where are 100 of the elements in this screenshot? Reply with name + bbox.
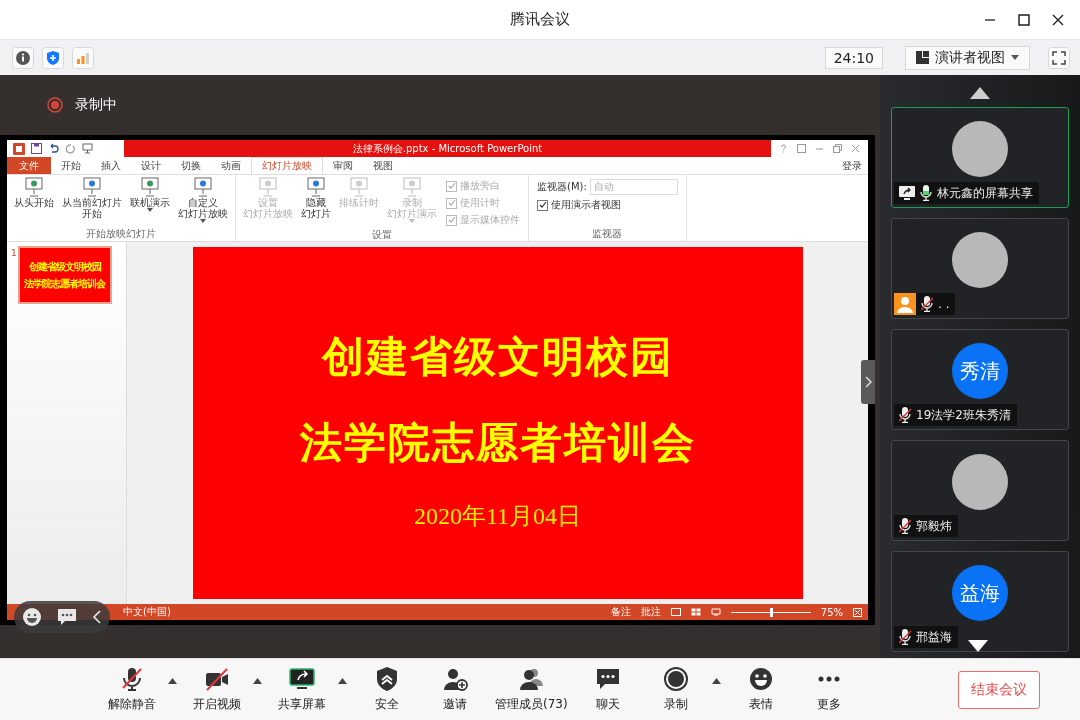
collapse-handle[interactable] — [861, 360, 875, 404]
participant-name: . . — [938, 297, 950, 311]
avatar-initials: 秀清 — [952, 343, 1008, 399]
toolbar-button[interactable]: 管理成员(73) — [489, 666, 574, 713]
sign-in-link[interactable]: 登录 — [836, 158, 868, 173]
scroll-up-icon[interactable] — [970, 87, 990, 99]
checkbox-label: 使用计时 — [460, 196, 500, 210]
participant-tile[interactable]: 益海 邢益海 — [891, 551, 1069, 652]
caret-icon — [147, 208, 153, 212]
chevron-left-icon[interactable] — [92, 610, 103, 624]
slide-sorter-icon[interactable] — [690, 608, 701, 616]
microphone-icon — [920, 185, 932, 201]
ribbon-button[interactable]: 联机演示 — [127, 177, 173, 212]
chat-icon[interactable] — [57, 608, 77, 626]
redo-icon[interactable] — [65, 143, 76, 154]
slide-number: 1 — [11, 248, 17, 258]
screen-share-icon — [289, 666, 315, 692]
ribbon-tab[interactable]: 插入 — [91, 157, 131, 174]
slide-date: 2020年11月04日 — [413, 502, 582, 531]
fit-slide-icon[interactable] — [853, 607, 862, 617]
zoom-level: 75% — [820, 606, 843, 618]
checkbox-label: 使用演示者视图 — [551, 198, 621, 212]
end-meeting-button[interactable]: 结束会议 — [958, 670, 1040, 709]
view-mode-dropdown[interactable]: 演讲者视图 — [905, 45, 1030, 70]
person-icon — [894, 293, 916, 315]
toolbar-button[interactable]: 开启视频 — [183, 666, 268, 713]
language-status: 中文(中国) — [123, 605, 171, 619]
caret-icon[interactable] — [711, 677, 721, 684]
save-icon[interactable] — [31, 143, 42, 154]
reading-view-icon[interactable] — [710, 608, 721, 616]
ribbon-button[interactable]: 从当前幻灯片 开始 — [59, 177, 125, 219]
toolbar-button[interactable]: 安全 — [353, 666, 421, 713]
caret-icon[interactable] — [168, 677, 177, 684]
info-icon[interactable] — [12, 46, 34, 69]
ribbon-tab[interactable]: 切换 — [171, 157, 211, 174]
participant-tile[interactable]: 秀清 19法学2班朱秀清 — [891, 329, 1069, 430]
slide-title: 法学院志愿者培训会 — [299, 417, 696, 469]
maximize-icon[interactable] — [1018, 14, 1030, 26]
toolbar-button[interactable]: 聊天 — [573, 666, 642, 713]
participant-tile[interactable]: . . — [891, 218, 1069, 319]
emoji-icon[interactable] — [21, 607, 42, 627]
ribbon-tab[interactable]: 视图 — [363, 157, 403, 174]
fullscreen-icon[interactable] — [1048, 46, 1070, 69]
ribbon-tab[interactable]: 开始 — [51, 157, 91, 174]
restore-icon[interactable] — [833, 144, 842, 153]
recording-status: 录制中 — [75, 96, 117, 114]
monitor-icon[interactable] — [82, 143, 93, 154]
participant-tile[interactable]: 郭毅炜 — [891, 440, 1069, 541]
projector-screen-icon — [305, 177, 327, 197]
projector-screen-icon — [23, 177, 45, 197]
checkbox[interactable] — [537, 199, 548, 211]
participant-name: 林元鑫的屏幕共享 — [937, 184, 1033, 202]
projector-screen-icon — [348, 177, 370, 197]
projector-screen-icon — [139, 177, 161, 197]
participant-name: 邢益海 — [916, 628, 952, 646]
avatar-placeholder — [952, 232, 1008, 288]
caret-icon[interactable] — [338, 677, 347, 684]
shield-icon[interactable] — [42, 46, 64, 69]
avatar-placeholder — [952, 454, 1008, 510]
normal-view-icon[interactable] — [670, 608, 681, 616]
caret-icon — [409, 219, 415, 223]
ribbon-tab[interactable]: 文件 — [7, 157, 51, 174]
help-icon[interactable] — [779, 144, 788, 153]
slide-thumbnail[interactable]: 创建省级文明校园 法学院志愿者培训会 — [19, 248, 110, 302]
checkbox-label: 播放旁白 — [460, 179, 500, 193]
undo-icon[interactable] — [48, 143, 59, 154]
notes-button[interactable]: 备注 — [610, 605, 631, 619]
window-title: 腾讯会议 — [510, 10, 570, 29]
projector-screen-icon — [257, 177, 279, 197]
people-icon — [518, 666, 545, 692]
ribbon-tab[interactable]: 审阅 — [323, 157, 363, 174]
smiley-icon — [747, 666, 774, 692]
ribbon-tab[interactable]: 设计 — [131, 157, 171, 174]
toolbar-button[interactable]: 解除静音 — [98, 666, 183, 713]
toolbar-button[interactable]: 更多 — [794, 666, 863, 713]
scroll-down-icon[interactable] — [968, 640, 988, 652]
caret-icon — [1011, 55, 1019, 60]
muted-microphone-icon — [899, 629, 911, 645]
close-icon[interactable] — [1052, 14, 1064, 26]
avatar-initials: 益海 — [952, 565, 1008, 621]
participant-tile[interactable]: 林元鑫的屏幕共享 — [891, 107, 1069, 208]
toolbar-button[interactable]: 邀请 — [421, 666, 489, 713]
comments-button[interactable]: 批注 — [640, 605, 661, 619]
screen-share-icon — [899, 185, 915, 201]
caret-icon — [200, 219, 206, 223]
ribbon-display-icon[interactable] — [797, 144, 806, 153]
caret-icon[interactable] — [253, 677, 262, 684]
chat-icon — [594, 666, 621, 692]
monitor-label: 监视器(M): — [537, 180, 587, 194]
ribbon-tab[interactable]: 动画 — [211, 157, 251, 174]
toolbar-button[interactable]: 共享屏幕 — [268, 666, 353, 713]
record-icon — [662, 666, 689, 692]
ribbon-button[interactable]: 自定义 幻灯片放映 — [175, 177, 231, 223]
ribbon-group-label: 监视器 — [592, 228, 623, 240]
toolbar-button[interactable]: 录制 — [641, 666, 727, 713]
toolbar-button[interactable]: 表情 — [726, 666, 795, 713]
layout-icon — [916, 51, 929, 64]
ribbon-button[interactable]: 从头开始 — [11, 177, 57, 208]
ribbon-tab[interactable]: 幻灯片放映 — [251, 157, 323, 174]
ribbon-button[interactable]: 隐藏 幻灯片 — [298, 177, 334, 219]
